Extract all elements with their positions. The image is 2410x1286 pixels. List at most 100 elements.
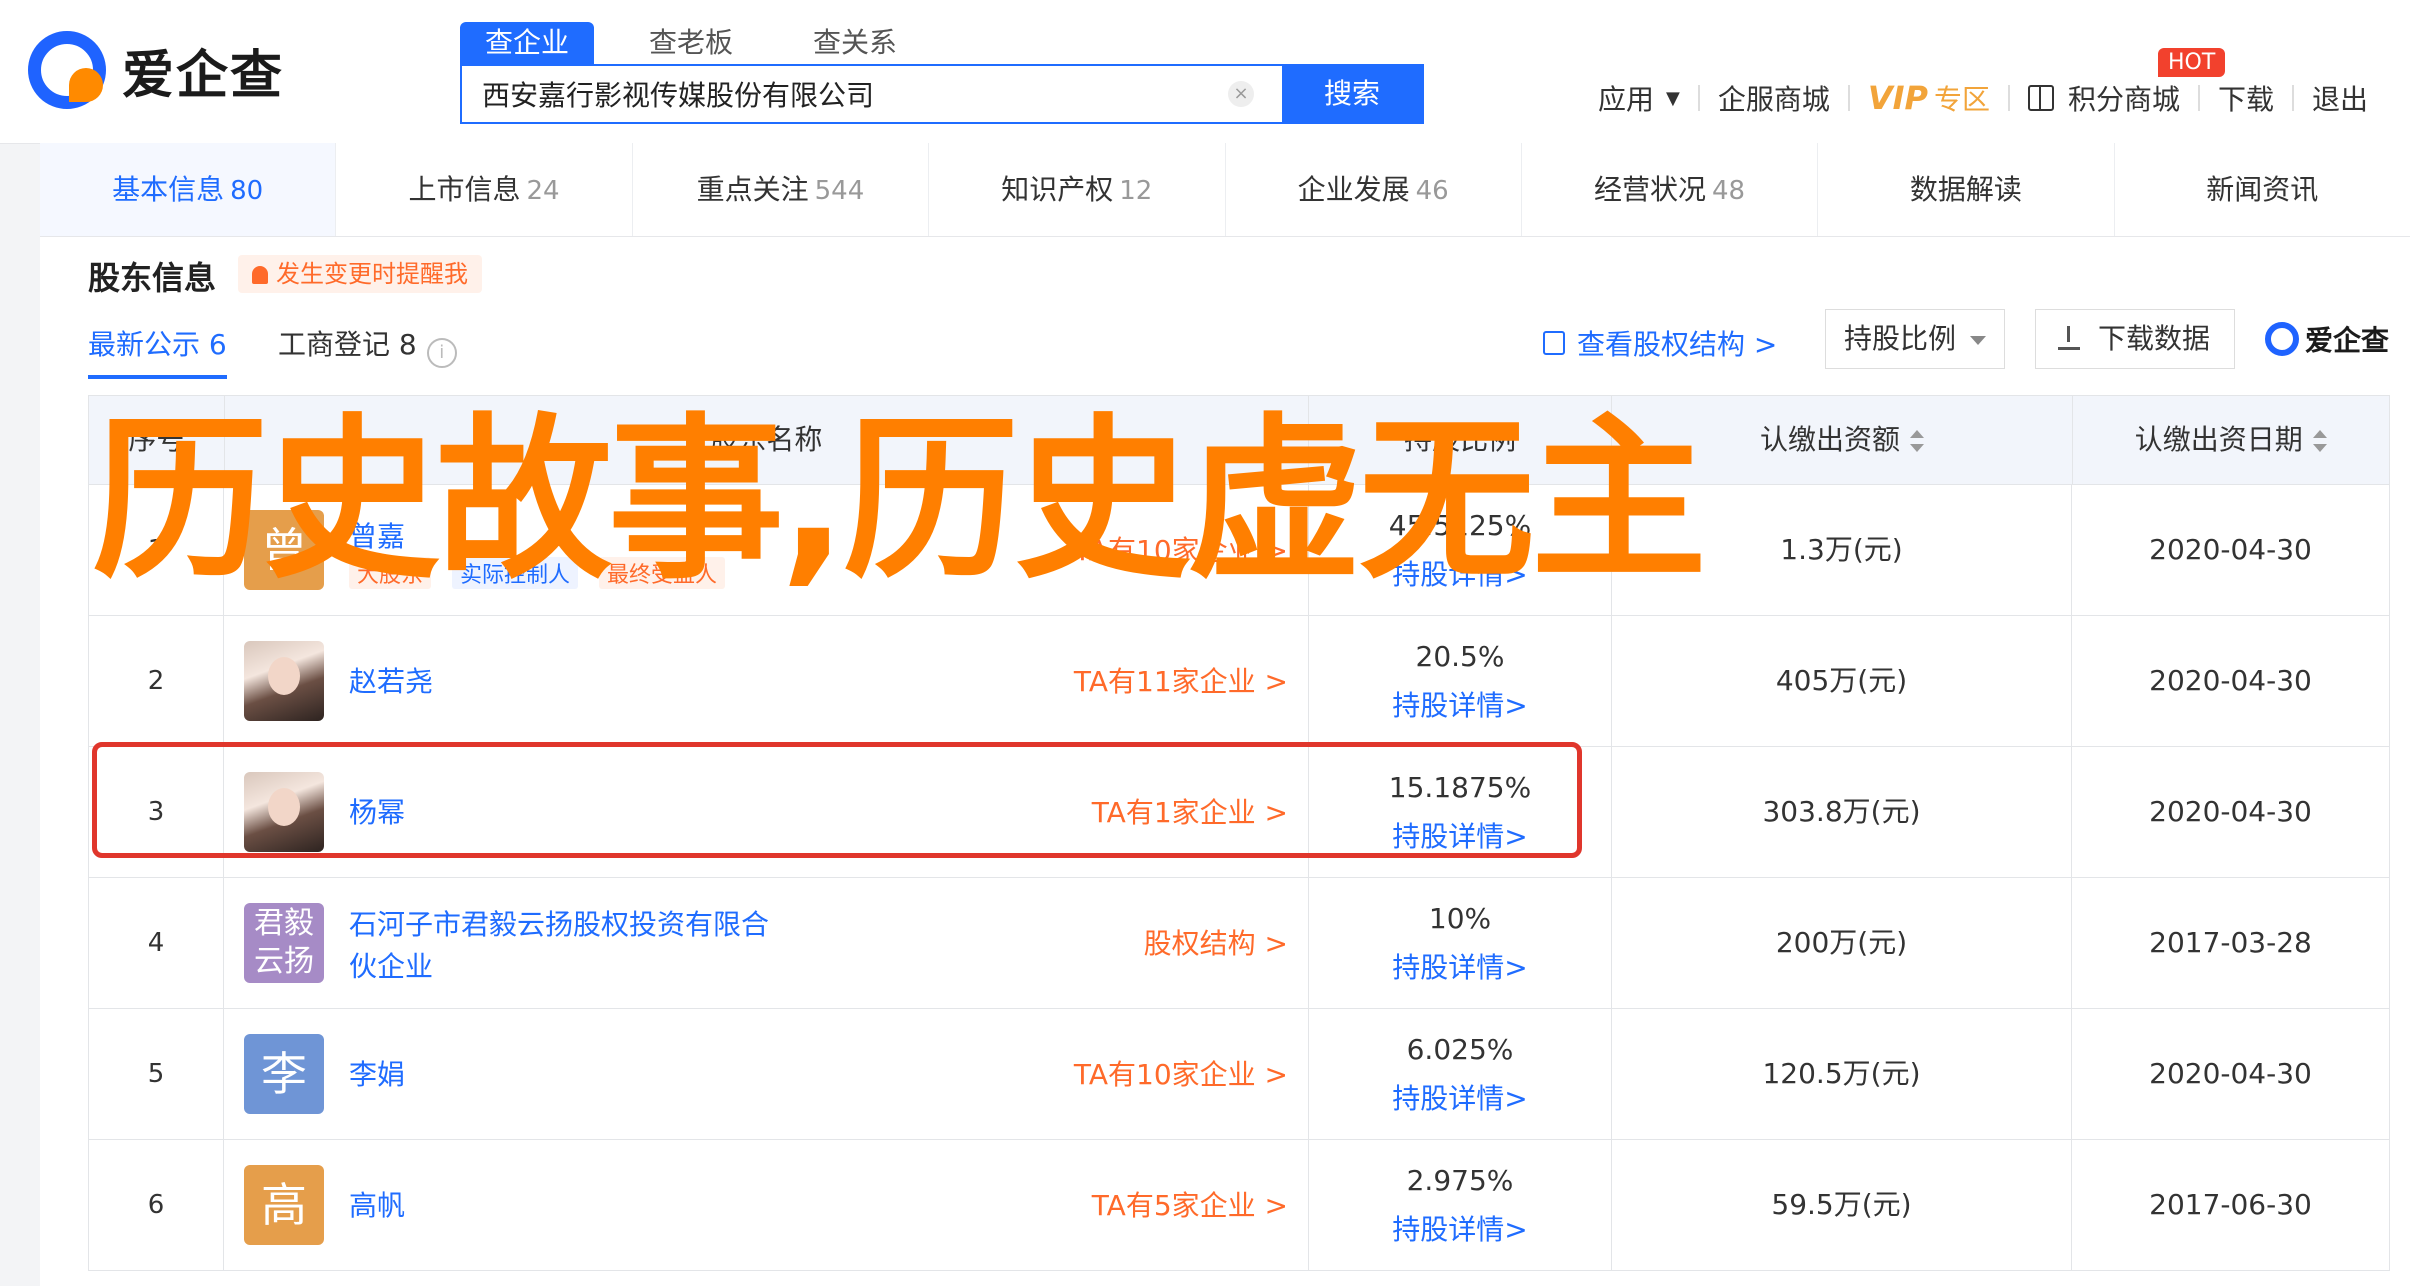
download-label: 下载数据 [2097, 322, 2210, 355]
tab-latest-public[interactable]: 最新公示 6 [88, 323, 227, 379]
sort-icon[interactable] [1909, 430, 1924, 452]
tab-development[interactable]: 企业发展 46 [1226, 143, 1522, 236]
download-data-button[interactable]: 下载数据 [2035, 309, 2235, 369]
date-value: 2017-06-30 [2149, 1188, 2312, 1221]
ratio-detail-link[interactable]: 持股详情> [1309, 684, 1611, 724]
nav-enterprise-mall[interactable]: 企服商城 [1718, 78, 1830, 118]
tab-listing-info[interactable]: 上市信息 24 [336, 143, 633, 236]
logo-text: 爱企查 [122, 45, 285, 106]
related-companies-link[interactable]: TA有10家企业 > [1074, 1053, 1288, 1093]
logo-mark-icon [2265, 322, 2299, 356]
ratio-value: 10% [1428, 902, 1492, 935]
shareholder-cell: 李 李娟 TA有10家企业 > [224, 1009, 1309, 1139]
nav-app-label: 应用 [1598, 83, 1655, 116]
ratio-cell: 45.5125% 持股详情> [1309, 485, 1612, 615]
ratio-detail-link[interactable]: 持股详情> [1309, 815, 1611, 855]
tab-ip[interactable]: 知识产权 12 [929, 143, 1226, 236]
related-companies-link[interactable]: TA有10家企业 > [1074, 529, 1288, 569]
table-row: 4 君毅云扬 石河子市君毅云扬股权投资有限合 伙企业 股权结构 > 10% 持股… [89, 878, 2389, 1009]
structure-icon [1543, 331, 1565, 355]
col-index: 序号 [89, 396, 225, 484]
name-line-2: 伙企业 [349, 950, 434, 983]
ratio-detail-link[interactable]: 持股详情> [1309, 946, 1611, 986]
table-row: 5 李 李娟 TA有10家企业 > 6.025% 持股详情> 120.5万(元)… [89, 1009, 2389, 1140]
tab-label: 新闻资讯 [2206, 173, 2319, 206]
search-tabs: 查企业 查老板 查关系 [460, 22, 952, 64]
shareholder-name-link[interactable]: 石河子市君毅云扬股权投资有限合 伙企业 [349, 904, 769, 988]
search-tab-boss[interactable]: 查老板 [624, 22, 758, 64]
top-header: 爱企查 查企业 查老板 查关系 × 搜索 HOT 应用 ▼ 企服商城 VIP 专… [0, 0, 2410, 144]
ratio-value: 20.5% [1415, 640, 1505, 673]
shareholder-name-link[interactable]: 李娟 [349, 1053, 405, 1093]
search-tab-company[interactable]: 查企业 [460, 22, 595, 64]
nav-vip-zone[interactable]: VIP 专区 [1868, 78, 1990, 118]
ratio-sort-select[interactable]: 持股比例 [1825, 309, 2005, 369]
search-button[interactable]: 搜索 [1282, 66, 1422, 122]
related-companies-link[interactable]: TA有5家企业 > [1092, 1184, 1288, 1224]
clear-icon[interactable]: × [1228, 81, 1254, 107]
info-icon[interactable]: i [426, 338, 457, 368]
tab-count: 24 [526, 176, 560, 206]
nav-partial-item[interactable]: 下载 [2218, 78, 2274, 118]
tab-basic-info[interactable]: 基本信息 80 [40, 143, 337, 236]
amount-value: 200万(元) [1612, 878, 2072, 1008]
shareholder-cell: 高 高帆 TA有5家企业 > [224, 1140, 1309, 1270]
related-companies-link[interactable]: TA有1家企业 > [1092, 791, 1288, 831]
shareholder-name-link[interactable]: 赵若尧 [349, 660, 433, 700]
tab-label: 企业发展 [1297, 173, 1410, 206]
ratio-value: 15.1875% [1388, 771, 1532, 804]
tab-business-registration[interactable]: 工商登记 8 i [278, 323, 457, 368]
sort-icon[interactable] [2312, 430, 2327, 452]
ratio-detail-link[interactable]: 持股详情> [1309, 553, 1611, 593]
equity-structure-link[interactable]: 查看股权结构 > [1543, 323, 1777, 363]
avatar: 曾 [244, 510, 324, 590]
table-row: 6 高 高帆 TA有5家企业 > 2.975% 持股详情> 59.5万(元) 2… [89, 1140, 2389, 1270]
table-row: 2 赵若尧 TA有11家企业 > 20.5% 持股详情> 405万(元) 202… [89, 616, 2389, 747]
top-nav: 应用 ▼ 企服商城 VIP 专区 积分商城 下载 退出 [1598, 78, 2368, 118]
tab-data-insight[interactable]: 数据解读 [1818, 143, 2115, 236]
nav-points-mall[interactable]: 积分商城 [2028, 78, 2180, 118]
date-value: 2020-04-30 [2149, 795, 2312, 828]
col-subscribed-date[interactable]: 认缴出资日期 [2073, 396, 2389, 484]
ratio-cell: 15.1875% 持股详情> [1309, 747, 1612, 877]
ratio-value: 6.025% [1406, 1033, 1514, 1066]
shareholder-name-link[interactable]: 曾嘉 [349, 515, 405, 555]
tab-operation[interactable]: 经营状况 48 [1522, 143, 1819, 236]
hot-badge: HOT [2158, 48, 2226, 77]
logo-mark-icon [28, 31, 106, 109]
related-companies-link[interactable]: TA有11家企业 > [1074, 660, 1288, 700]
shareholder-name-link[interactable]: 杨幂 [349, 791, 405, 831]
site-logo[interactable]: 爱企查 [28, 30, 284, 110]
col-subscribed-amount[interactable]: 认缴出资额 [1612, 396, 2073, 484]
ratio-detail-link[interactable]: 持股详情> [1309, 1077, 1611, 1117]
search-tab-relation[interactable]: 查关系 [788, 22, 922, 64]
shareholder-name-link[interactable]: 高帆 [349, 1184, 405, 1224]
nav-divider [2008, 85, 2011, 111]
row-index: 3 [89, 747, 224, 877]
tab-key-focus[interactable]: 重点关注 544 [633, 143, 930, 236]
tab-count: 12 [1119, 176, 1153, 206]
ratio-select-label: 持股比例 [1844, 322, 1957, 355]
tab-label: 知识产权 [1001, 173, 1114, 206]
amount-value: 303.8万(元) [1612, 747, 2072, 877]
ratio-detail-link[interactable]: 持股详情> [1309, 1208, 1611, 1248]
shareholder-cell: 赵若尧 TA有11家企业 > [224, 616, 1309, 746]
caret-down-icon [1970, 336, 1986, 345]
equity-structure-row-link[interactable]: 股权结构 > [1144, 922, 1288, 962]
tab-label: 基本信息 [112, 173, 225, 206]
nav-app[interactable]: 应用 ▼ [1598, 78, 1680, 118]
search-input[interactable] [462, 66, 1228, 122]
equity-structure-label: 查看股权结构 > [1577, 328, 1778, 361]
tab-news[interactable]: 新闻资讯 [2115, 143, 2410, 236]
tab-count: 80 [230, 176, 264, 206]
avatar-photo [244, 772, 324, 852]
tab-count: 544 [814, 176, 865, 206]
nav-divider [2198, 85, 2201, 111]
nav-divider [1847, 85, 1850, 111]
vip-zone-label: 专区 [1934, 83, 1991, 116]
change-alert-button[interactable]: 发生变更时提醒我 [238, 255, 482, 293]
shareholder-tags: 大股东 实际控制人 最终受益人 [349, 557, 739, 589]
nav-logout[interactable]: 退出 [2312, 78, 2368, 118]
table-header: 序号 股东名称 持股比例 认缴出资额 认缴出资日期 [89, 396, 2389, 485]
tab-label: 上市信息 [408, 173, 521, 206]
